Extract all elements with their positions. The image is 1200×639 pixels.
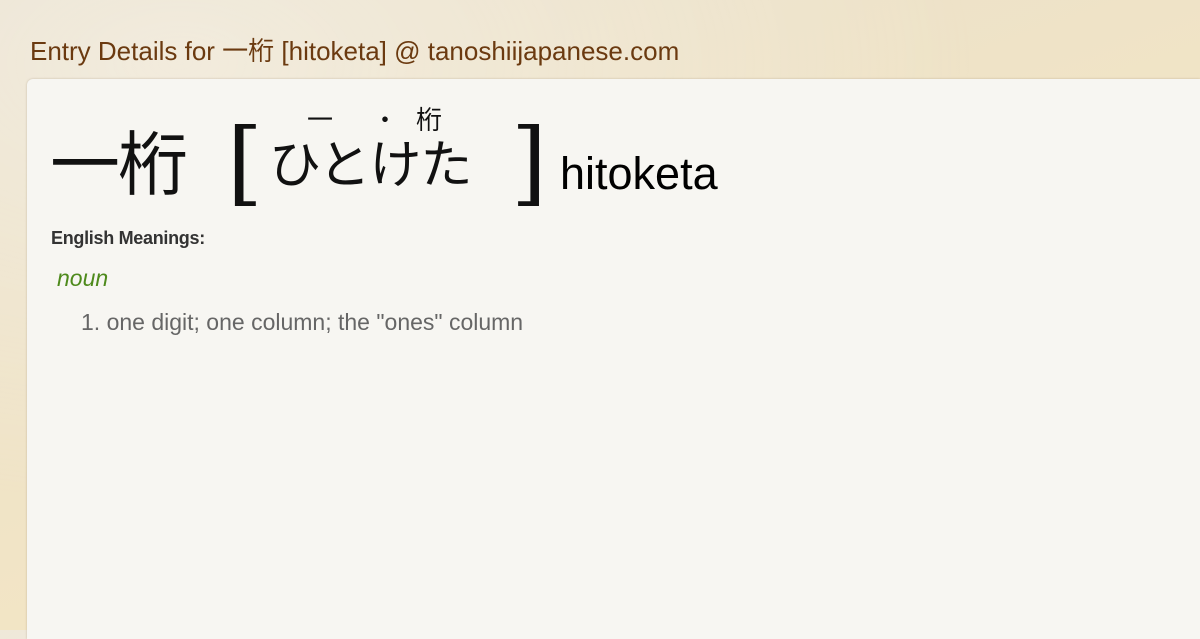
- meaning-list: 1. one digit; one column; the "ones" col…: [81, 308, 523, 336]
- page-title: Entry Details for 一桁 [hitoketa] @ tanosh…: [30, 36, 680, 66]
- furigana-separator: ・: [372, 106, 399, 136]
- meanings-heading: English Meanings:: [51, 228, 205, 248]
- entry-panel: 一桁 [ 一 ・ 桁 ひとけた ] hitoketa English Meani…: [27, 79, 1200, 639]
- headword-row: 一桁 [ 一 ・ 桁 ひとけた ] hitoketa: [49, 103, 949, 213]
- meaning-item: 1. one digit; one column; the "ones" col…: [81, 309, 524, 335]
- furigana-kanji-1: 一: [307, 106, 334, 136]
- reading-bracket-open: [: [227, 109, 263, 216]
- part-of-speech-label: noun: [57, 265, 109, 291]
- headword-kanji: 一桁: [50, 124, 188, 206]
- romaji-reading: hitoketa: [560, 148, 718, 199]
- kana-reading: ひとけた: [269, 136, 472, 196]
- furigana-kanji-2: 桁: [416, 106, 443, 136]
- reading-bracket-close: ]: [511, 109, 547, 216]
